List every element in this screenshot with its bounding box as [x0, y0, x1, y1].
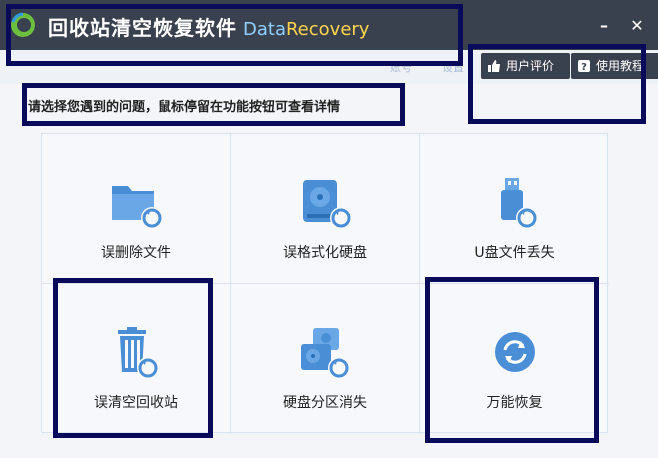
option-emptied-recycle-bin[interactable]: 误清空回收站 — [42, 284, 231, 434]
option-label: 误清空回收站 — [94, 395, 178, 411]
recovery-options-grid: 误删除文件 误格式化硬盘 U盘文件丢失 误清空回收站 硬盘分区消失 万能恢复 — [41, 133, 609, 434]
faded-link-settings[interactable]: 设置 — [442, 61, 464, 74]
help-book-icon: ? — [578, 60, 590, 73]
option-formatted-disk[interactable]: 误格式化硬盘 — [231, 134, 420, 284]
usb-restore-icon — [500, 178, 538, 229]
tutorial-button[interactable]: ? 使用教程 — [571, 53, 658, 79]
minimize-button[interactable]: – — [593, 15, 615, 37]
app-title-en-data: Data — [243, 19, 286, 40]
thumbs-up-icon — [488, 60, 500, 72]
option-usb-lost[interactable]: U盘文件丢失 — [420, 134, 609, 284]
option-label: 硬盘分区消失 — [283, 395, 367, 411]
option-deleted-files[interactable]: 误删除文件 — [42, 134, 231, 284]
recycle-bin-restore-icon — [118, 327, 159, 379]
app-title-cn: 回收站清空恢复软件 — [48, 16, 237, 40]
universal-restore-icon — [494, 332, 535, 372]
user-review-label: 用户评价 — [506, 59, 555, 73]
app-title: 回收站清空恢复软件 DataRecovery — [48, 12, 369, 41]
tutorial-label: 使用教程 — [596, 59, 645, 73]
instruction-text: 请选择您遇到的问题，鼠标停留在功能按钮可查看详情 — [28, 100, 341, 115]
option-label: 万能恢复 — [486, 395, 543, 411]
folder-restore-icon — [112, 186, 163, 229]
faded-link-account[interactable]: 账号 — [390, 61, 412, 74]
title-bar: 回收站清空恢复软件 DataRecovery – ✕ — [0, 0, 658, 51]
harddisk-restore-icon — [303, 180, 352, 229]
partition-restore-icon — [301, 328, 350, 379]
option-partition-lost[interactable]: 硬盘分区消失 — [231, 284, 420, 434]
option-label: 误删除文件 — [101, 245, 171, 261]
app-title-en-recovery: Recovery — [285, 19, 370, 40]
svg-text:?: ? — [581, 62, 587, 73]
app-logo-icon — [11, 12, 35, 37]
option-label: 误格式化硬盘 — [283, 245, 367, 261]
option-universal-recovery[interactable]: 万能恢复 — [420, 284, 609, 434]
user-review-button[interactable]: 用户评价 — [481, 53, 570, 79]
option-label: U盘文件丢失 — [474, 245, 555, 261]
close-button[interactable]: ✕ — [626, 15, 648, 37]
faded-links: 账号 设置 — [390, 59, 494, 75]
